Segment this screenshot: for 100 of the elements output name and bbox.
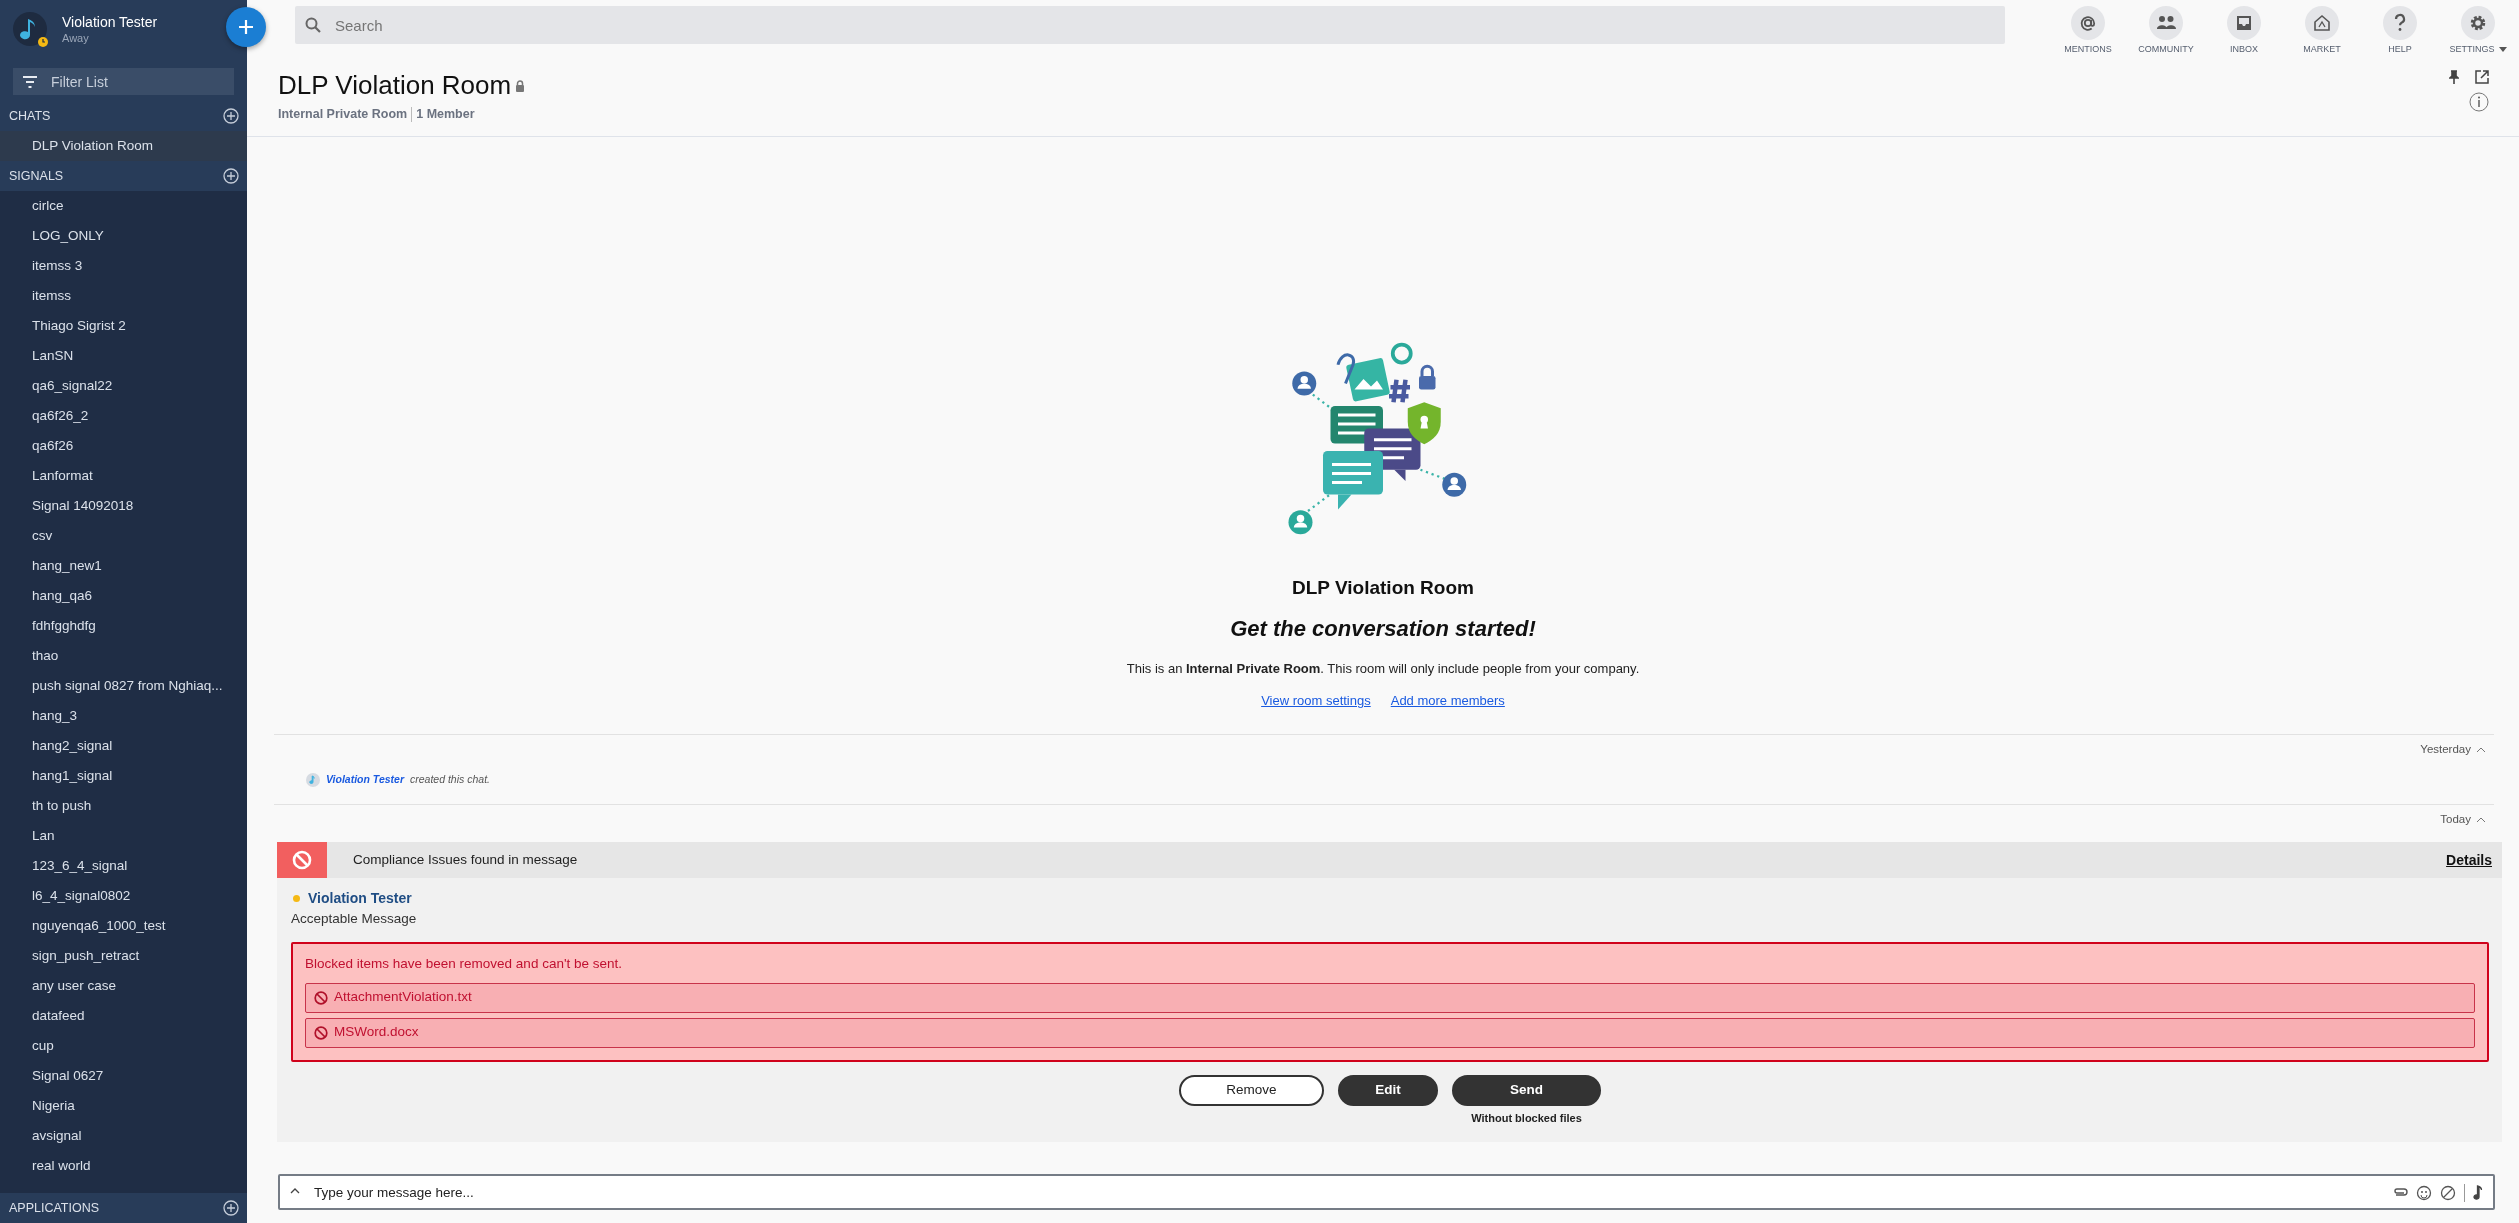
collapse-icon	[2476, 747, 2486, 754]
sidebar-item[interactable]: 123_6_4_signal	[0, 851, 247, 881]
user-name: Violation Tester	[62, 15, 158, 31]
room-description: This is an Internal Private Room. This room will only include people from your company.	[1126, 660, 1640, 679]
add-icon	[223, 168, 239, 184]
blocked-icon	[292, 850, 312, 870]
popout-button[interactable]	[2475, 70, 2489, 84]
add-icon	[223, 1200, 239, 1216]
action-button[interactable]: Edit	[1338, 1074, 1438, 1106]
sidebar-item[interactable]: hang2_signal	[0, 731, 247, 761]
collapse-icon	[2476, 816, 2486, 823]
action-button[interactable]: Remove	[1179, 1074, 1324, 1106]
sidebar-item[interactable]: hang_new1	[0, 551, 247, 581]
sidebar-item[interactable]: fdhfgghdfg	[0, 611, 247, 641]
sidebar-item[interactable]: th to push	[0, 791, 247, 821]
add-button[interactable]	[223, 1200, 239, 1216]
day-label: Yesterday	[2420, 743, 2471, 756]
sidebar-item[interactable]: push signal 0827 from Nghiaq...	[0, 671, 247, 701]
add-icon	[223, 108, 239, 124]
sidebar-item[interactable]: qa6_signal22	[0, 371, 247, 401]
sidebar-item[interactable]: Thiago Sigrist 2	[0, 311, 247, 341]
filter-field[interactable]: Filter List	[13, 68, 234, 95]
toolbar-button[interactable]: MARKET	[2283, 6, 2361, 57]
info-button[interactable]	[2469, 92, 2489, 112]
sidebar-item[interactable]: thao	[0, 641, 247, 671]
toolbar-button[interactable]: HELP	[2361, 6, 2439, 57]
sidebar-item[interactable]: Signal 0627	[0, 1061, 247, 1091]
sidebar-item[interactable]: qa6f26	[0, 431, 247, 461]
room-link[interactable]: View room settings	[1261, 690, 1371, 711]
sidebar-item[interactable]: hang1_signal	[0, 761, 247, 791]
pin-icon	[2449, 70, 2459, 84]
composer-tool-button[interactable]	[2440, 1185, 2456, 1201]
toolbar-button[interactable]: MENTIONS	[2049, 6, 2127, 57]
empty-state-title: DLP Violation Room	[1292, 575, 1474, 600]
sidebar-item[interactable]: LanSN	[0, 341, 247, 371]
house-icon	[2305, 6, 2339, 40]
sidebar-item[interactable]: Lanformat	[0, 461, 247, 491]
info-icon	[2469, 92, 2489, 112]
message-field[interactable]: Type your message here...	[278, 1174, 2495, 1210]
inbox-icon	[2227, 6, 2261, 40]
blocked-icon	[314, 1025, 328, 1040]
compose-button[interactable]	[226, 7, 266, 47]
plus-icon	[237, 18, 255, 36]
room-link[interactable]: Add more members	[1390, 690, 1505, 711]
sidebar-item[interactable]: l6_4_signal0802	[0, 881, 247, 911]
section-title: SIGNALS	[9, 167, 64, 185]
emoji-icon	[2416, 1185, 2432, 1201]
sidebar-item[interactable]: sign_push_retract	[0, 941, 247, 971]
sidebar-item[interactable]: real world	[0, 1151, 247, 1181]
settings-icon	[2461, 6, 2495, 40]
blocked-icon	[2440, 1185, 2456, 1201]
sidebar-item[interactable]: hang_qa6	[0, 581, 247, 611]
sidebar-item[interactable]: Nigeria	[0, 1091, 247, 1121]
sidebar-item[interactable]: qa6f26_2	[0, 401, 247, 431]
sidebar-item[interactable]: Lan	[0, 821, 247, 851]
toolbar-button[interactable]: SETTINGS	[2439, 6, 2517, 57]
expand-button[interactable]	[290, 1188, 300, 1194]
at-sign-icon	[2071, 6, 2105, 40]
external-link-icon	[2475, 70, 2489, 84]
composer-tool-button[interactable]	[2416, 1185, 2432, 1201]
avatar-icon	[306, 773, 320, 788]
status-dot-icon	[293, 895, 300, 902]
sidebar-item[interactable]: nguyenqa6_1000_test	[0, 911, 247, 941]
blocked-icon	[314, 990, 328, 1005]
sidebar-item[interactable]: itemss	[0, 281, 247, 311]
sidebar-item[interactable]: cirlce	[0, 191, 247, 221]
sidebar-item[interactable]: itemss 3	[0, 251, 247, 281]
sender-name: Violation Tester	[308, 889, 412, 908]
chevron-up-icon	[290, 1188, 300, 1194]
member-count: 1 Member	[416, 106, 475, 124]
search-field[interactable]: Search	[295, 6, 2005, 44]
button-caption: Without blocked files	[1471, 1110, 1582, 1126]
composer-tool-button[interactable]	[2473, 1185, 2483, 1201]
sidebar-item[interactable]: LOG_ONLY	[0, 221, 247, 251]
section-title: APPLICATIONS	[9, 1199, 100, 1217]
toolbar-button[interactable]: INBOX	[2205, 6, 2283, 57]
message-text: Acceptable Message	[291, 910, 418, 928]
pin-button[interactable]	[2449, 70, 2459, 84]
sidebar-item[interactable]: csv	[0, 521, 247, 551]
sidebar-item[interactable]: cup	[0, 1031, 247, 1061]
details-link[interactable]: Details	[2446, 849, 2492, 871]
action-button[interactable]: Send	[1452, 1074, 1601, 1106]
sidebar-item[interactable]: hang_3	[0, 701, 247, 731]
empty-state-heading: Get the conversation started!	[1230, 615, 1536, 644]
file-name: AttachmentViolation.txt	[334, 988, 472, 1007]
user-link[interactable]: Violation Tester	[326, 772, 404, 788]
sidebar-item[interactable]: avsignal	[0, 1121, 247, 1151]
event-text: created this chat.	[410, 772, 490, 788]
sidebar-item[interactable]: any user case	[0, 971, 247, 1001]
banner-text: Compliance Issues found in message	[353, 850, 578, 869]
room-type: Internal Private Room	[278, 106, 408, 124]
people-icon	[2149, 6, 2183, 40]
toolbar-button[interactable]: COMMUNITY	[2127, 6, 2205, 57]
file-name: MSWord.docx	[334, 1023, 419, 1042]
sidebar-item[interactable]: datafeed	[0, 1001, 247, 1031]
add-button[interactable]	[223, 168, 239, 184]
sidebar-item[interactable]: DLP Violation Room	[0, 131, 247, 161]
room-title: DLP Violation Room	[278, 70, 512, 102]
sidebar-item[interactable]: Signal 14092018	[0, 491, 247, 521]
add-button[interactable]	[223, 108, 239, 124]
